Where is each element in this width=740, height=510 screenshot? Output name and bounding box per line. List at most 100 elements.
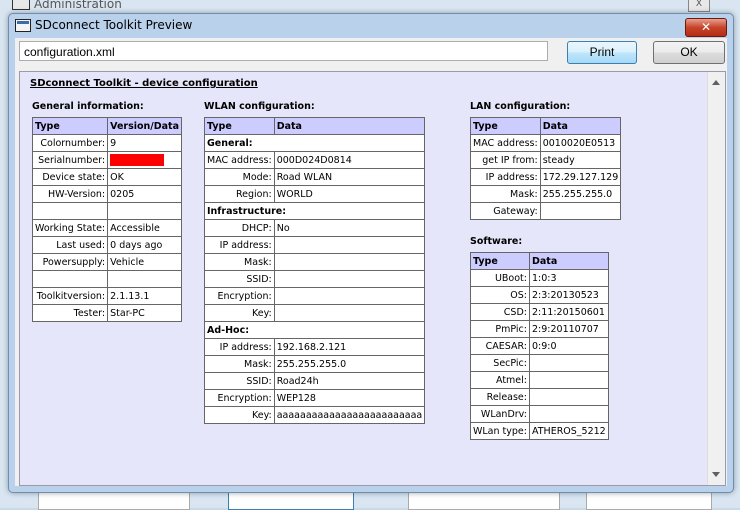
row-value: 0010020E0513 <box>539 134 622 152</box>
row-value: 0:9:0 <box>528 337 609 355</box>
table-row: OS: 2:3:20130523 <box>470 286 609 304</box>
row-key: WLanDrv: <box>470 405 530 423</box>
table-row: SecPic: <box>470 354 609 372</box>
row-key: Mask: <box>204 253 275 271</box>
row-key: IP address: <box>204 236 275 254</box>
row-key: SSID: <box>204 372 275 390</box>
table-row: Tester: Star-PC <box>31 304 183 322</box>
row-key: Colornumber: <box>31 134 109 152</box>
row-key: Release: <box>470 388 530 406</box>
table-row: Release: <box>470 388 609 406</box>
table-row: WLan type: ATHEROS_5212 <box>470 422 609 440</box>
row-key: Key: <box>204 406 275 424</box>
table-row: UBoot: 1:0:3 <box>470 269 609 287</box>
row-key <box>31 270 109 288</box>
row-value: Vehicle <box>107 253 183 271</box>
column-header-data: Data <box>273 117 426 135</box>
wlan-general-label: General: <box>203 134 426 152</box>
print-button[interactable]: Print <box>567 41 637 64</box>
column-header-type: Type <box>31 117 109 135</box>
vertical-scrollbar[interactable] <box>707 72 725 485</box>
row-value: 000D024D0814 <box>273 151 426 169</box>
table-row: Gateway: <box>470 202 622 220</box>
lan-table: Type Data MAC address: 0010020E0513 get IP… <box>470 117 622 220</box>
column-header-type: Type <box>204 117 275 135</box>
row-key: Mode: <box>204 168 275 186</box>
close-button[interactable]: ✕ <box>685 18 727 37</box>
row-value: 2.1.13.1 <box>107 287 183 305</box>
row-key: IP address: <box>470 168 541 186</box>
table-row: Key: aaaaaaaaaaaaaaaaaaaaaaaaa <box>204 406 426 424</box>
column-header-data: Version/Data <box>107 117 183 135</box>
file-path-input[interactable]: configuration.xml <box>19 41 548 61</box>
scroll-up-icon[interactable] <box>712 80 720 85</box>
background-button <box>228 490 354 510</box>
row-value <box>273 270 426 288</box>
column-header-type: Type <box>470 252 530 270</box>
table-row: Mask: 255.255.255.0 <box>470 185 622 203</box>
row-value <box>528 388 609 406</box>
row-value: 2:3:20130523 <box>528 286 609 304</box>
row-value: Accessible <box>107 219 183 237</box>
row-value: 172.29.127.129 <box>539 168 622 186</box>
row-key: CAESAR: <box>470 337 530 355</box>
table-row: Colornumber: 9 <box>31 134 183 152</box>
row-key <box>31 202 109 220</box>
admin-app-icon <box>12 0 30 10</box>
window-app-icon <box>15 19 31 32</box>
row-value <box>273 304 426 322</box>
row-key: Encryption: <box>204 389 275 407</box>
table-row: IP address: 192.168.2.121 <box>204 338 426 356</box>
table-row <box>31 270 183 288</box>
general-section-title: General information: <box>32 101 144 112</box>
table-row: Region: WORLD <box>204 185 426 203</box>
table-row <box>31 202 183 220</box>
row-key: Key: <box>204 304 275 322</box>
row-key: Region: <box>204 185 275 203</box>
software-section-title: Software: <box>470 236 523 247</box>
row-key: DHCP: <box>204 219 275 237</box>
background-close-icon[interactable]: X <box>688 0 710 12</box>
preview-dialog: SDconnect Toolkit Preview ✕ configuratio… <box>8 13 734 493</box>
row-key: Atmel: <box>470 371 530 389</box>
column-header-data: Data <box>528 252 609 270</box>
scroll-down-icon[interactable] <box>712 472 720 477</box>
row-key: Toolkitversion: <box>31 287 109 305</box>
row-value: steady <box>539 151 622 169</box>
background-field <box>38 490 190 510</box>
row-key: MAC address: <box>470 134 541 152</box>
row-key: SSID: <box>204 270 275 288</box>
redacted-serial <box>110 154 165 166</box>
table-row: MAC address: 000D024D0814 <box>204 151 426 169</box>
dialog-titlebar: SDconnect Toolkit Preview ✕ <box>9 14 733 38</box>
table-row: SSID: <box>204 270 426 288</box>
row-value: 0205 <box>107 185 183 203</box>
software-table: Type Data UBoot: 1:0:3 OS: 2:3:20130523 CSD:… <box>470 252 609 440</box>
table-row: Toolkitversion: 2.1.13.1 <box>31 287 183 305</box>
table-row: DHCP: No <box>204 219 426 237</box>
dialog-title: SDconnect Toolkit Preview <box>35 18 193 32</box>
row-value <box>107 151 183 169</box>
row-key: Powersupply: <box>31 253 109 271</box>
table-row: Mask: <box>204 253 426 271</box>
row-value: 2:9:20110707 <box>528 320 609 338</box>
table-row: Serialnumber: <box>31 151 183 169</box>
row-value: 255.255.255.0 <box>273 355 426 373</box>
table-row: Encryption: <box>204 287 426 305</box>
document-title: SDconnect Toolkit - device configuration <box>30 78 258 89</box>
row-value <box>107 202 183 220</box>
wlan-infrastructure-label: Infrastructure: <box>203 202 426 220</box>
table-row: SSID: Road24h <box>204 372 426 390</box>
row-key: Encryption: <box>204 287 275 305</box>
row-value: WORLD <box>273 185 426 203</box>
row-value <box>273 236 426 254</box>
general-table: Type Version/Data Colornumber: 9 Serialnum… <box>31 117 183 322</box>
table-row: CAESAR: 0:9:0 <box>470 337 609 355</box>
row-key: HW-Version: <box>31 185 109 203</box>
row-value <box>528 354 609 372</box>
row-key: Mask: <box>204 355 275 373</box>
wlan-adhoc-label: Ad-Hoc: <box>203 321 426 339</box>
column-header-data: Data <box>539 117 622 135</box>
preview-content: SDconnect Toolkit - device configuration… <box>19 71 726 486</box>
ok-button[interactable]: OK <box>653 41 725 64</box>
